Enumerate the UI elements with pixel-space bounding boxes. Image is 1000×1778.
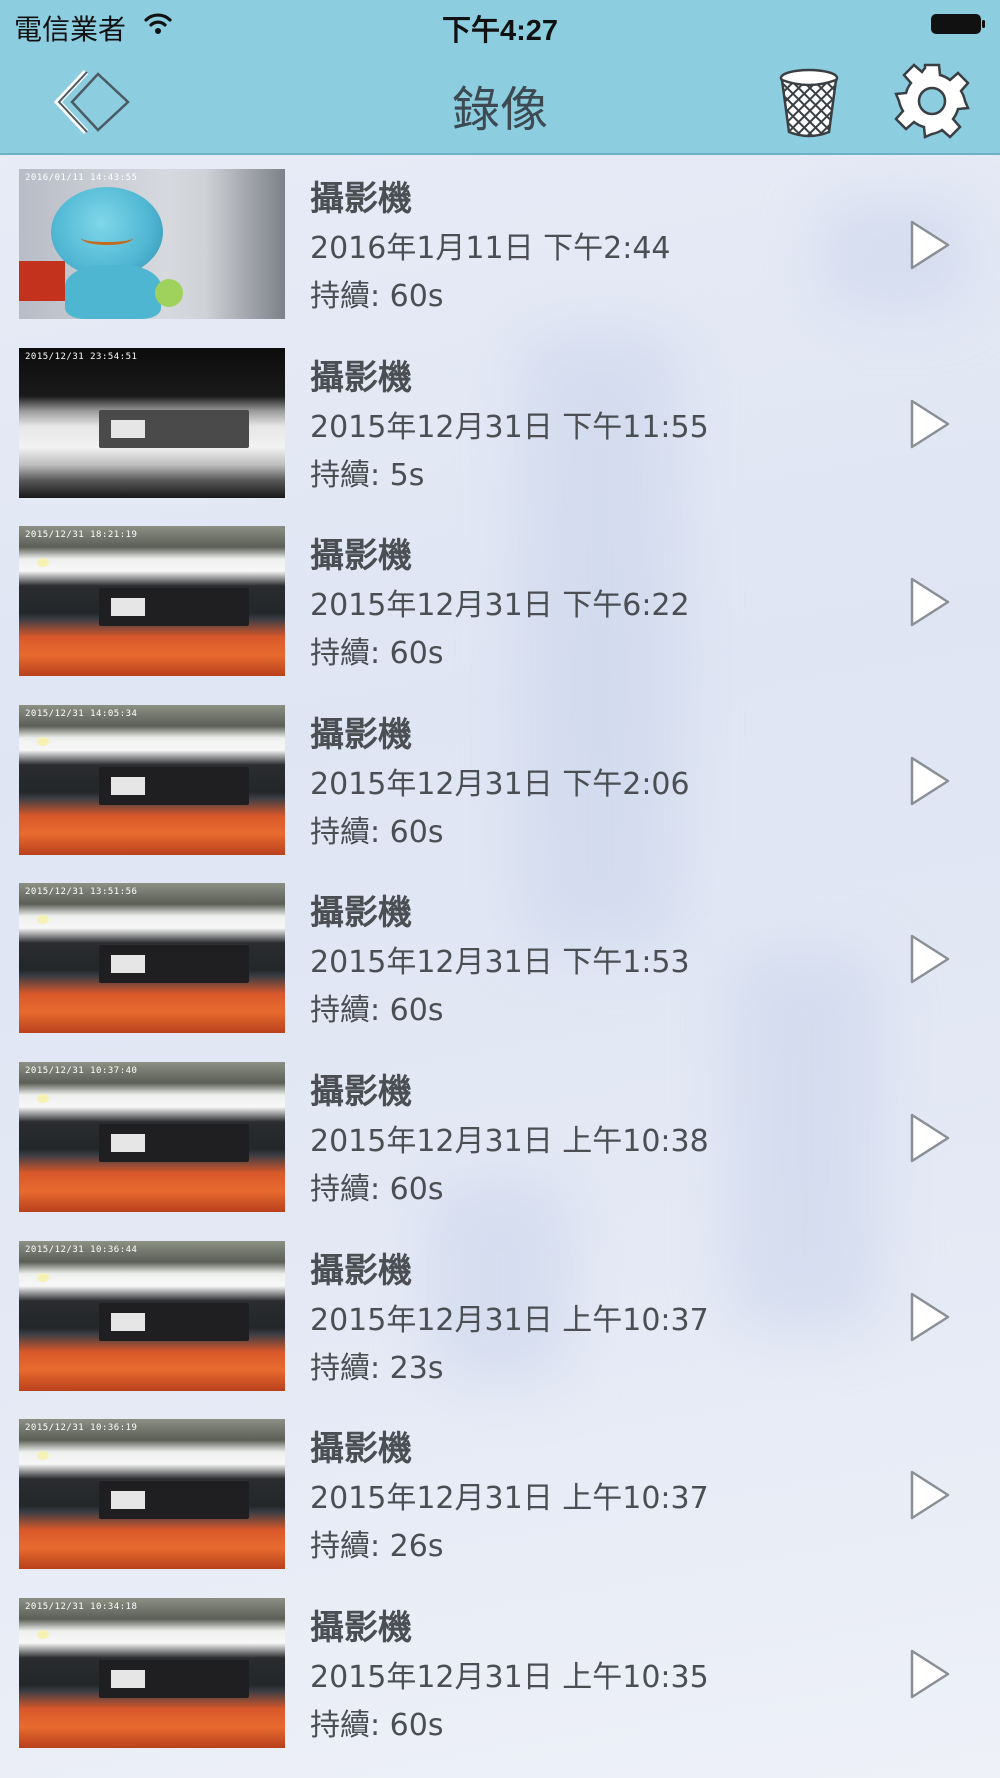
thumbnail-timestamp: 2015/12/31 13:51:56 bbox=[25, 887, 138, 898]
play-icon[interactable] bbox=[908, 933, 952, 985]
thumbnail-scene bbox=[99, 1123, 249, 1162]
thumbnail-scene bbox=[99, 1659, 249, 1698]
play-icon[interactable] bbox=[908, 576, 952, 628]
thumbnail-timestamp: 2015/12/31 10:37:40 bbox=[25, 1065, 138, 1076]
thumbnail-scene bbox=[99, 766, 249, 805]
thumbnail-scene bbox=[37, 1093, 49, 1103]
recording-duration: 持續: 23s bbox=[310, 1350, 444, 1386]
thumbnail-scene bbox=[155, 279, 183, 307]
thumbnail-scene bbox=[81, 231, 133, 245]
trash-icon[interactable] bbox=[776, 64, 842, 140]
recording-thumbnail[interactable]: 2015/12/31 13:51:56 bbox=[19, 883, 285, 1034]
recording-duration: 持續: 60s bbox=[310, 993, 444, 1029]
recording-row[interactable]: 2016/01/11 14:43:55 攝影機 2016年1月11日 下午2:4… bbox=[0, 157, 1000, 336]
thumbnail-timestamp: 2015/12/31 10:34:18 bbox=[25, 1601, 138, 1612]
recording-title: 攝影機 bbox=[310, 536, 412, 577]
recording-duration: 持續: 60s bbox=[310, 1171, 444, 1207]
thumbnail-scene bbox=[37, 558, 49, 568]
recording-thumbnail[interactable]: 2015/12/31 10:36:44 bbox=[19, 1240, 285, 1391]
thumbnail-timestamp: 2015/12/31 14:05:34 bbox=[25, 708, 138, 719]
recording-date: 2015年12月31日 上午10:37 bbox=[310, 1302, 709, 1338]
play-icon[interactable] bbox=[908, 398, 952, 450]
recording-date: 2015年12月31日 上午10:35 bbox=[310, 1659, 709, 1695]
page-title: 錄像 bbox=[451, 82, 548, 138]
recording-row[interactable]: 2015/12/31 13:51:56 攝影機 2015年12月31日 下午1:… bbox=[0, 871, 1000, 1050]
play-icon[interactable] bbox=[908, 219, 952, 271]
play-icon[interactable] bbox=[908, 1648, 952, 1700]
recording-row[interactable]: 2015/12/31 10:34:18 攝影機 2015年12月31日 上午10… bbox=[0, 1586, 1000, 1765]
recording-duration: 持續: 26s bbox=[310, 1529, 444, 1565]
recording-date: 2016年1月11日 下午2:44 bbox=[310, 231, 671, 266]
recording-thumbnail[interactable]: 2015/12/31 10:37:40 bbox=[19, 1061, 285, 1212]
thumbnail-scene bbox=[65, 265, 161, 319]
play-icon[interactable] bbox=[908, 1469, 952, 1521]
recording-title: 攝影機 bbox=[310, 357, 412, 398]
recording-date: 2015年12月31日 下午11:55 bbox=[310, 409, 709, 445]
recording-title: 攝影機 bbox=[310, 893, 412, 934]
thumbnail-scene bbox=[99, 588, 249, 627]
recording-thumbnail[interactable]: 2015/12/31 10:34:18 bbox=[19, 1597, 285, 1748]
thumbnail-timestamp: 2015/12/31 10:36:44 bbox=[25, 1244, 138, 1255]
thumbnail-scene bbox=[99, 1302, 249, 1341]
recording-row[interactable]: 2015/12/31 18:21:19 攝影機 2015年12月31日 下午6:… bbox=[0, 514, 1000, 693]
thumbnail-scene bbox=[99, 945, 249, 984]
recording-duration: 持續: 60s bbox=[310, 279, 444, 314]
status-bar: 電信業者 下午4:27 bbox=[0, 0, 1000, 50]
recording-date: 2015年12月31日 下午1:53 bbox=[310, 945, 690, 981]
recording-title: 攝影機 bbox=[310, 1250, 412, 1291]
recording-title: 攝影機 bbox=[310, 179, 412, 219]
recording-thumbnail[interactable]: 2015/12/31 10:36:19 bbox=[19, 1419, 285, 1570]
play-icon[interactable] bbox=[908, 755, 952, 807]
recording-thumbnail[interactable]: 2015/12/31 23:54:51 bbox=[19, 347, 285, 498]
thumbnail-timestamp: 2016/01/11 14:43:55 bbox=[25, 173, 138, 183]
recording-thumbnail[interactable]: 2015/12/31 18:21:19 bbox=[19, 526, 285, 677]
recording-duration: 持續: 60s bbox=[310, 636, 444, 672]
recording-date: 2015年12月31日 上午10:37 bbox=[310, 1481, 709, 1517]
thumbnail-scene bbox=[37, 1629, 49, 1639]
thumbnail-scene bbox=[37, 1451, 49, 1461]
status-time: 下午4:27 bbox=[441, 15, 559, 47]
battery-icon bbox=[931, 14, 985, 34]
play-icon[interactable] bbox=[908, 1291, 952, 1343]
thumbnail-scene bbox=[19, 261, 65, 301]
recording-date: 2015年12月31日 上午10:38 bbox=[310, 1123, 709, 1159]
gear-icon[interactable] bbox=[893, 62, 971, 140]
thumbnail-scene bbox=[99, 409, 249, 448]
thumbnail-timestamp: 2015/12/31 10:36:19 bbox=[25, 1423, 138, 1434]
recording-duration: 持續: 60s bbox=[310, 814, 444, 850]
recording-title: 攝影機 bbox=[310, 1607, 412, 1648]
recording-row[interactable]: 2015/12/31 10:36:19 攝影機 2015年12月31日 上午10… bbox=[0, 1407, 1000, 1586]
thumbnail-scene bbox=[37, 1272, 49, 1282]
recording-title: 攝影機 bbox=[310, 1071, 412, 1112]
thumbnail-scene bbox=[99, 1481, 249, 1520]
thumbnail-timestamp: 2015/12/31 23:54:51 bbox=[25, 351, 138, 362]
navigation-bar: 錄像 bbox=[0, 50, 1000, 155]
recordings-list: 2016/01/11 14:43:55 攝影機 2016年1月11日 下午2:4… bbox=[0, 157, 1000, 1764]
recording-title: 攝影機 bbox=[310, 714, 412, 755]
recording-thumbnail[interactable]: 2015/12/31 14:05:34 bbox=[19, 704, 285, 855]
recording-row[interactable]: 2015/12/31 23:54:51 攝影機 2015年12月31日 下午11… bbox=[0, 336, 1000, 515]
thumbnail-scene bbox=[37, 736, 49, 746]
thumbnail-scene bbox=[37, 915, 49, 925]
play-icon[interactable] bbox=[908, 1112, 952, 1164]
recording-row[interactable]: 2015/12/31 14:05:34 攝影機 2015年12月31日 下午2:… bbox=[0, 693, 1000, 872]
thumbnail-timestamp: 2015/12/31 18:21:19 bbox=[25, 530, 138, 541]
recording-duration: 持續: 60s bbox=[310, 1707, 444, 1743]
recording-date: 2015年12月31日 下午2:06 bbox=[310, 766, 690, 802]
recording-date: 2015年12月31日 下午6:22 bbox=[310, 588, 690, 624]
recording-thumbnail[interactable]: 2016/01/11 14:43:55 bbox=[19, 169, 285, 319]
recording-row[interactable]: 2015/12/31 10:36:44 攝影機 2015年12月31日 上午10… bbox=[0, 1229, 1000, 1408]
recording-row[interactable]: 2015/12/31 10:37:40 攝影機 2015年12月31日 上午10… bbox=[0, 1050, 1000, 1229]
recording-title: 攝影機 bbox=[310, 1429, 412, 1470]
recording-duration: 持續: 5s bbox=[310, 457, 425, 493]
